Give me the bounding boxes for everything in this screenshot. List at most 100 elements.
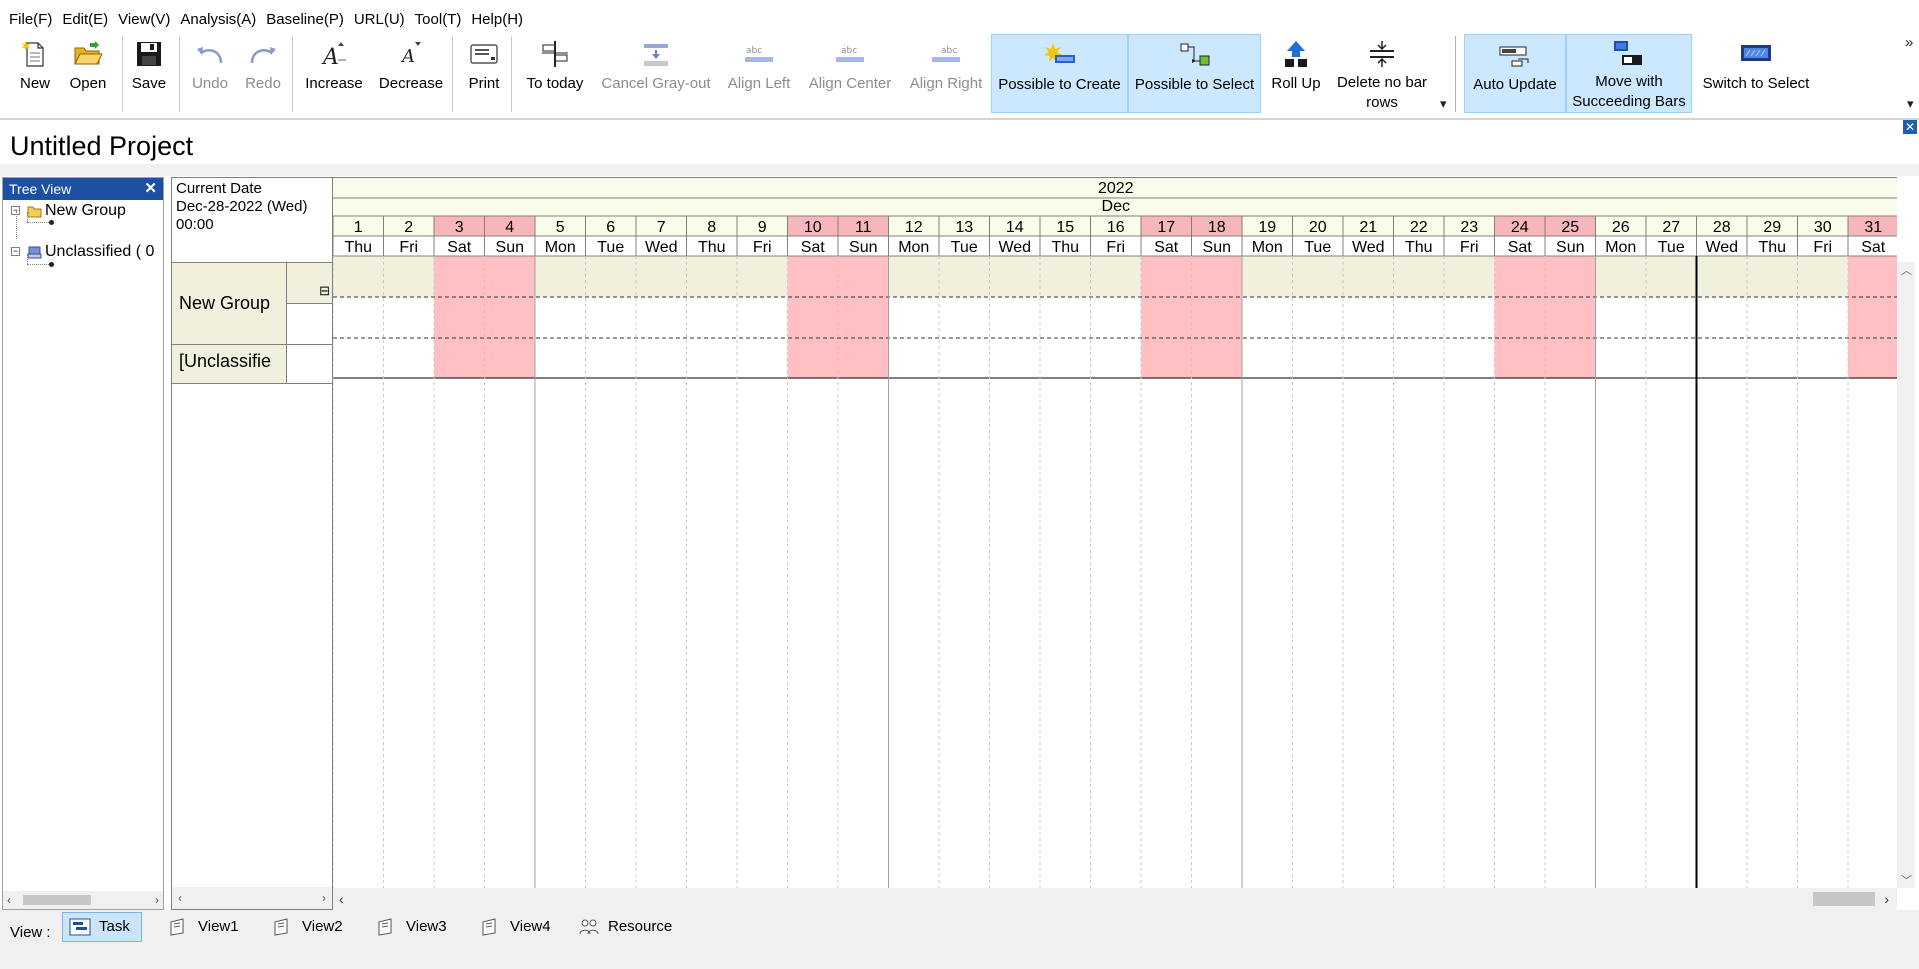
view-tab-view1[interactable]: View1 [162, 912, 245, 942]
gantt-body-row [333, 297, 1897, 338]
view-tab-label: View1 [198, 918, 239, 935]
left-grid-scrollbar[interactable]: ‹ › [172, 887, 332, 909]
open-button[interactable]: Open [64, 34, 112, 113]
delete-no-bar-rows-label-2: rows [1366, 94, 1398, 111]
menu-tool[interactable]: Tool(T) [410, 6, 467, 34]
group-row-label[interactable]: New Group [172, 263, 287, 345]
menu-bar: File(F) Edit(E) View(V) Analysis(A) Base… [0, 6, 1919, 34]
toolbar-dropdown-icon[interactable]: ▾ [1440, 96, 1447, 112]
menu-view[interactable]: View(V) [113, 6, 175, 34]
day-number-label: 10 [804, 219, 822, 236]
auto-update-icon [1497, 37, 1533, 73]
task-cell[interactable] [287, 304, 332, 345]
view-tab-view3[interactable]: View3 [370, 912, 453, 942]
tree-connector [27, 254, 28, 264]
group-row-label[interactable]: [Unclassifie [172, 345, 287, 384]
redo-button[interactable]: Redo [241, 34, 285, 113]
new-button[interactable]: New [14, 34, 56, 113]
undo-button[interactable]: Undo [188, 34, 232, 113]
menu-url[interactable]: URL(U) [349, 6, 410, 34]
toolbar-separator [122, 36, 123, 112]
cancel-grayout-label: Cancel Gray-out [601, 75, 711, 92]
to-today-button[interactable]: To today [522, 34, 588, 113]
tree-scroll-thumb[interactable] [23, 895, 91, 905]
scroll-right-icon[interactable]: › [155, 891, 159, 909]
to-today-icon [537, 36, 573, 72]
cancel-grayout-button[interactable]: Cancel Gray-out [598, 34, 714, 113]
align-right-button[interactable]: abc Align Right [904, 34, 988, 113]
toolbar-separator [179, 36, 180, 112]
gantt-label-column: Current Date Dec-28-2022 (Wed) 00:00 New… [171, 177, 332, 910]
possible-to-select-button[interactable]: Possible to Select [1128, 34, 1261, 113]
weekend-column [1141, 256, 1192, 378]
print-button[interactable]: Print [464, 34, 504, 113]
menu-edit[interactable]: Edit(E) [57, 6, 113, 34]
roll-up-button[interactable]: Roll Up [1266, 34, 1326, 113]
weekday-label: Mon [1252, 239, 1283, 256]
scroll-left-icon[interactable]: ‹ [178, 887, 182, 909]
title-close-icon[interactable]: ✕ [1903, 120, 1917, 134]
toolbar-more-icon[interactable]: ▾ [1907, 96, 1914, 112]
toolbar: New Open Save Undo Redo A Increase A Dec… [0, 34, 1919, 115]
view-tab-resource[interactable]: Resource [572, 912, 678, 942]
day-number-label: 26 [1612, 219, 1630, 236]
scroll-up-icon[interactable]: ︿ [1901, 262, 1912, 278]
undo-label: Undo [192, 75, 228, 92]
tree-leaf-bullet [49, 262, 54, 267]
group-label-unclassified: [Unclassifie [179, 351, 272, 371]
move-with-succeeding-bars-button[interactable]: Move with Succeeding Bars [1566, 34, 1692, 113]
scroll-down-icon[interactable]: ﹀ [1901, 872, 1912, 888]
day-number-label: 18 [1208, 219, 1226, 236]
resource-icon [579, 919, 599, 935]
view-tab-view2[interactable]: View2 [266, 912, 349, 942]
day-number-label: 5 [556, 219, 565, 236]
toolbar-overflow-icon[interactable]: » [1905, 34, 1913, 51]
day-number-label: 16 [1107, 219, 1125, 236]
delete-no-bar-rows-button[interactable]: Delete no bar rows [1332, 34, 1432, 113]
tree-view-close-icon[interactable]: ✕ [144, 178, 157, 200]
menu-help[interactable]: Help(H) [466, 6, 528, 34]
gantt-vertical-scrollbar[interactable]: ︿ ﹀ [1897, 262, 1915, 888]
decrease-button[interactable]: A Decrease [376, 34, 446, 113]
possible-to-create-icon [1042, 37, 1078, 73]
menu-analysis[interactable]: Analysis(A) [175, 6, 261, 34]
day-number-label: 17 [1157, 219, 1175, 236]
switch-to-select-button[interactable]: Switch to Select [1698, 34, 1814, 113]
day-number-label: 4 [505, 219, 514, 236]
weekday-label: Mon [1605, 239, 1636, 256]
weekday-label: Sun [849, 239, 877, 256]
increase-button[interactable]: A Increase [302, 34, 366, 113]
save-button[interactable]: Save [128, 34, 170, 113]
view-tab-task[interactable]: Task [62, 912, 142, 942]
possible-to-select-label: Possible to Select [1134, 76, 1255, 93]
scroll-left-icon[interactable]: ‹ [339, 888, 344, 910]
day-number-label: 12 [905, 219, 923, 236]
menu-baseline[interactable]: Baseline(P) [261, 6, 349, 34]
day-number-label: 24 [1511, 219, 1529, 236]
align-right-icon: abc [928, 36, 964, 72]
gantt-horizontal-scrollbar[interactable]: ‹ › [332, 888, 1897, 910]
day-number-label: 31 [1864, 219, 1882, 236]
tree-item-label: New Group [45, 202, 126, 219]
tree-connector [27, 212, 28, 222]
scroll-right-icon[interactable]: › [1884, 888, 1889, 910]
align-center-label: Align Center [808, 75, 892, 92]
scroll-right-icon[interactable]: › [322, 887, 326, 909]
tree-expander-icon[interactable]: − [11, 247, 20, 256]
align-left-button[interactable]: abc Align Left [724, 34, 794, 113]
menu-file[interactable]: File(F) [4, 6, 57, 34]
align-center-button[interactable]: abc Align Center [804, 34, 896, 113]
collapse-icon[interactable]: ⊟ [319, 284, 330, 297]
gantt-body-row [333, 338, 1897, 378]
open-label: Open [69, 75, 107, 92]
view-tab-view4[interactable]: View4 [474, 912, 557, 942]
gantt-scroll-thumb[interactable] [1813, 892, 1875, 906]
gantt-chart[interactable]: 2022 Dec 1 Thu 2 Fri 3 Sat 4 Sun 5 Mon 6 Tue 7 Wed 8 Thu 9… [332, 177, 1897, 888]
possible-to-create-button[interactable]: Possible to Create [991, 34, 1128, 113]
tree-horizontal-scrollbar[interactable]: ‹ › [3, 891, 163, 909]
scroll-left-icon[interactable]: ‹ [7, 891, 11, 909]
task-cell[interactable] [287, 345, 332, 384]
auto-update-button[interactable]: Auto Update [1464, 34, 1566, 113]
weekend-column [1545, 256, 1596, 378]
view-tab-label: Resource [608, 918, 673, 935]
